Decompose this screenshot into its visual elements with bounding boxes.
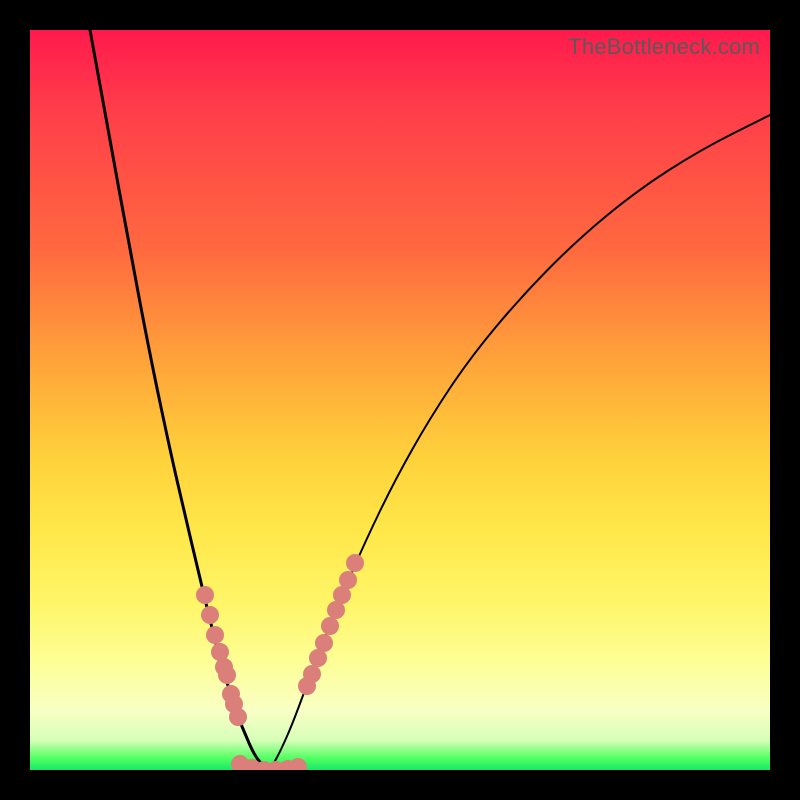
left-cluster-dot	[196, 586, 214, 604]
left-cluster-dot	[218, 666, 236, 684]
right-cluster-dot	[346, 554, 364, 572]
right-cluster-dot	[315, 634, 333, 652]
right-cluster-dot	[303, 665, 321, 683]
curve-right-curve	[270, 115, 770, 770]
curve-layer	[90, 30, 770, 770]
left-cluster-dot	[206, 626, 224, 644]
curve-left-curve	[90, 30, 270, 770]
plot-area: TheBottleneck.com	[30, 30, 770, 770]
left-cluster-dot	[229, 708, 247, 726]
chart-svg	[30, 30, 770, 770]
left-cluster-dot	[201, 606, 219, 624]
chart-frame: TheBottleneck.com	[0, 0, 800, 800]
right-cluster-dot	[321, 617, 339, 635]
dot-layer	[196, 554, 364, 770]
right-cluster-dot	[339, 571, 357, 589]
bottom-run-dot	[289, 758, 307, 770]
